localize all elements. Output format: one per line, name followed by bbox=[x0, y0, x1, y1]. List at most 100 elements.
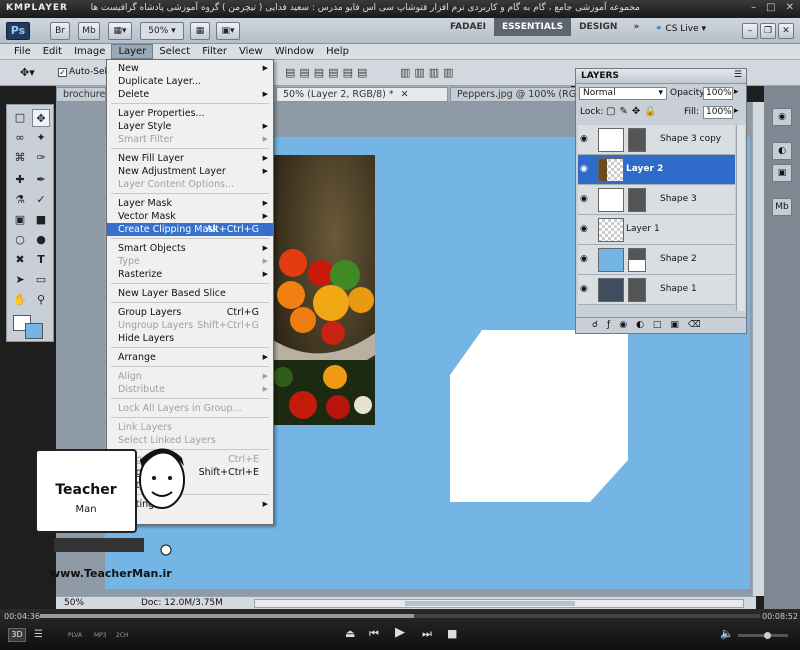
fill-input[interactable]: 100% bbox=[703, 106, 733, 119]
lock-icons-group[interactable]: ▢✎✥🔒 bbox=[606, 106, 661, 117]
layer-row-layer-1[interactable]: ◉ Layer 1 bbox=[578, 215, 735, 245]
workspace-design[interactable]: DESIGN bbox=[571, 18, 625, 36]
align-buttons-group[interactable]: ▤▤▤▤▤▤ bbox=[285, 66, 371, 79]
gradient-tool-icon[interactable]: ■ bbox=[32, 211, 50, 229]
doc-tab-active[interactable]: 50% (Layer 2, RGB/8) * ✕ bbox=[276, 87, 448, 102]
mini-bridge-panel-icon[interactable]: Mb bbox=[772, 198, 792, 216]
color-panel-icon[interactable]: ◉ bbox=[772, 108, 792, 126]
menu-item-layer-style[interactable]: Layer Style ▶ bbox=[107, 120, 273, 133]
menu-view[interactable]: View bbox=[233, 44, 269, 59]
quick-select-tool-icon[interactable]: ✦ bbox=[32, 129, 50, 147]
distribute-buttons-group[interactable]: ▥▥▥▥ bbox=[400, 66, 458, 79]
doc-tab-brochure[interactable]: brochure.j bbox=[56, 87, 106, 102]
hand-tool-icon[interactable]: ✋ bbox=[11, 291, 29, 309]
healing-tool-icon[interactable]: ✚ bbox=[11, 171, 29, 189]
history-brush-tool-icon[interactable]: ✓ bbox=[32, 191, 50, 209]
volume-knob[interactable] bbox=[764, 632, 771, 639]
blur-tool-icon[interactable]: ○ bbox=[11, 231, 29, 249]
visibility-eye-icon[interactable]: ◉ bbox=[580, 284, 588, 294]
ps-minimize-icon[interactable]: – bbox=[742, 23, 758, 39]
workspace-essentials[interactable]: ESSENTIALS bbox=[494, 18, 572, 36]
menu-item-create-clipping-mask[interactable]: Create Clipping Mask Alt+Ctrl+G bbox=[107, 223, 273, 236]
badge-3d[interactable]: 3D bbox=[8, 628, 26, 642]
menu-window[interactable]: Window bbox=[269, 44, 320, 59]
zoom-tool-icon[interactable]: ⚲ bbox=[32, 291, 50, 309]
move-tool-icon[interactable]: ✥ bbox=[32, 109, 50, 127]
menu-item-new-layer-based-slice[interactable]: New Layer Based Slice bbox=[107, 287, 273, 300]
view-extras-button[interactable]: ▦▾ bbox=[108, 22, 132, 40]
next-icon[interactable]: ⏭ bbox=[422, 627, 432, 641]
clone-stamp-tool-icon[interactable]: ⚗ bbox=[11, 191, 29, 209]
menu-item-vector-mask[interactable]: Vector Mask ▶ bbox=[107, 210, 273, 223]
close-icon[interactable]: ✕ bbox=[786, 2, 794, 13]
horizontal-scroll-thumb[interactable] bbox=[405, 601, 575, 606]
menu-item-new-fill-layer[interactable]: New Fill Layer ▶ bbox=[107, 152, 273, 165]
menu-select[interactable]: Select bbox=[153, 44, 196, 59]
menu-item-layer-properties[interactable]: Layer Properties... bbox=[107, 107, 273, 120]
shape-tool-icon[interactable]: ▭ bbox=[32, 271, 50, 289]
zoom-level-dropdown[interactable]: 50% ▾ bbox=[140, 22, 184, 40]
masks-panel-icon[interactable]: ▣ bbox=[772, 164, 792, 182]
menu-help[interactable]: Help bbox=[320, 44, 355, 59]
menu-item-group-layers[interactable]: Group Layers Ctrl+G bbox=[107, 306, 273, 319]
status-zoom[interactable]: 50% bbox=[64, 598, 84, 608]
visibility-eye-icon[interactable]: ◉ bbox=[580, 134, 588, 144]
visibility-eye-icon[interactable]: ◉ bbox=[580, 224, 588, 234]
visibility-eye-icon[interactable]: ◉ bbox=[580, 194, 588, 204]
eraser-tool-icon[interactable]: ▣ bbox=[11, 211, 29, 229]
lasso-tool-icon[interactable]: ∞ bbox=[11, 129, 29, 147]
layer-row-shape-2[interactable]: ◉ Shape 2 bbox=[578, 245, 735, 275]
layers-scrollbar[interactable] bbox=[736, 125, 745, 311]
volume-slider[interactable] bbox=[738, 632, 788, 639]
auto-select-checkbox[interactable]: ✓ bbox=[58, 67, 67, 77]
play-icon[interactable]: ▶ bbox=[395, 625, 405, 640]
menu-file[interactable]: File bbox=[8, 44, 37, 59]
pen-tool-icon[interactable]: ✖ bbox=[11, 251, 29, 269]
canvas-vertical-scrollbar[interactable] bbox=[752, 102, 764, 596]
previous-icon[interactable]: ⏮ bbox=[369, 627, 379, 641]
adjustments-panel-icon[interactable]: ◐ bbox=[772, 142, 792, 160]
brush-tool-icon[interactable]: ✒ bbox=[32, 171, 50, 189]
bridge-button[interactable]: Br bbox=[50, 22, 70, 40]
cs-live-button[interactable]: ⚭ CS Live ▾ bbox=[655, 24, 706, 34]
eject-icon[interactable]: ⏏ bbox=[345, 627, 355, 640]
background-color-swatch[interactable] bbox=[25, 323, 43, 339]
doc-tab-close-icon[interactable]: ✕ bbox=[401, 89, 409, 100]
menu-layer[interactable]: Layer bbox=[111, 44, 154, 59]
menu-item-delete[interactable]: Delete ▶ bbox=[107, 88, 273, 101]
workspace-fadaei[interactable]: FADAEI bbox=[442, 18, 494, 36]
menu-item-rasterize[interactable]: Rasterize ▶ bbox=[107, 268, 273, 281]
opacity-input[interactable]: 100% bbox=[703, 87, 733, 100]
minimize-icon[interactable]: – bbox=[751, 2, 756, 13]
seek-bar[interactable] bbox=[40, 614, 760, 618]
visibility-eye-icon[interactable]: ◉ bbox=[580, 254, 588, 264]
volume-icon[interactable]: 🔈 bbox=[720, 627, 734, 640]
workspace-more-icon[interactable]: » bbox=[625, 18, 647, 36]
eyedropper-tool-icon[interactable]: ✑ bbox=[32, 149, 50, 167]
menu-edit[interactable]: Edit bbox=[37, 44, 68, 59]
fill-arrow-icon[interactable]: ▸ bbox=[734, 106, 739, 116]
maximize-icon[interactable]: □ bbox=[766, 2, 775, 13]
opacity-arrow-icon[interactable]: ▸ bbox=[734, 87, 739, 97]
path-select-tool-icon[interactable]: ➤ bbox=[11, 271, 29, 289]
menu-item-layer-mask[interactable]: Layer Mask ▶ bbox=[107, 197, 273, 210]
stop-icon[interactable]: ■ bbox=[447, 627, 457, 640]
arrange-documents-button[interactable]: ▦ bbox=[190, 22, 210, 40]
type-tool-icon[interactable]: T bbox=[32, 251, 50, 269]
layer-row-layer-2[interactable]: ◉ Layer 2 bbox=[578, 155, 735, 185]
ps-restore-icon[interactable]: ❐ bbox=[760, 23, 776, 39]
menu-item-duplicate-layer[interactable]: Duplicate Layer... bbox=[107, 75, 273, 88]
layers-footer-buttons[interactable]: ☌ƒ◉◐□▣⌫ bbox=[576, 317, 746, 333]
layers-panel-title[interactable]: LAYERS bbox=[581, 71, 619, 81]
move-tool-preset-icon[interactable]: ✥▾ bbox=[20, 66, 35, 79]
screen-mode-button[interactable]: ▣▾ bbox=[216, 22, 240, 40]
layer-row-shape-3[interactable]: ◉ Shape 3 bbox=[578, 185, 735, 215]
ps-close-icon[interactable]: ✕ bbox=[778, 23, 794, 39]
menu-item-new-adjustment-layer[interactable]: New Adjustment Layer ▶ bbox=[107, 165, 273, 178]
menu-item-hide-layers[interactable]: Hide Layers bbox=[107, 332, 273, 345]
menu-item-arrange[interactable]: Arrange ▶ bbox=[107, 351, 273, 364]
menu-filter[interactable]: Filter bbox=[196, 44, 233, 59]
menu-image[interactable]: Image bbox=[68, 44, 111, 59]
playlist-icon[interactable]: ☰ bbox=[34, 629, 43, 640]
dodge-tool-icon[interactable]: ● bbox=[32, 231, 50, 249]
